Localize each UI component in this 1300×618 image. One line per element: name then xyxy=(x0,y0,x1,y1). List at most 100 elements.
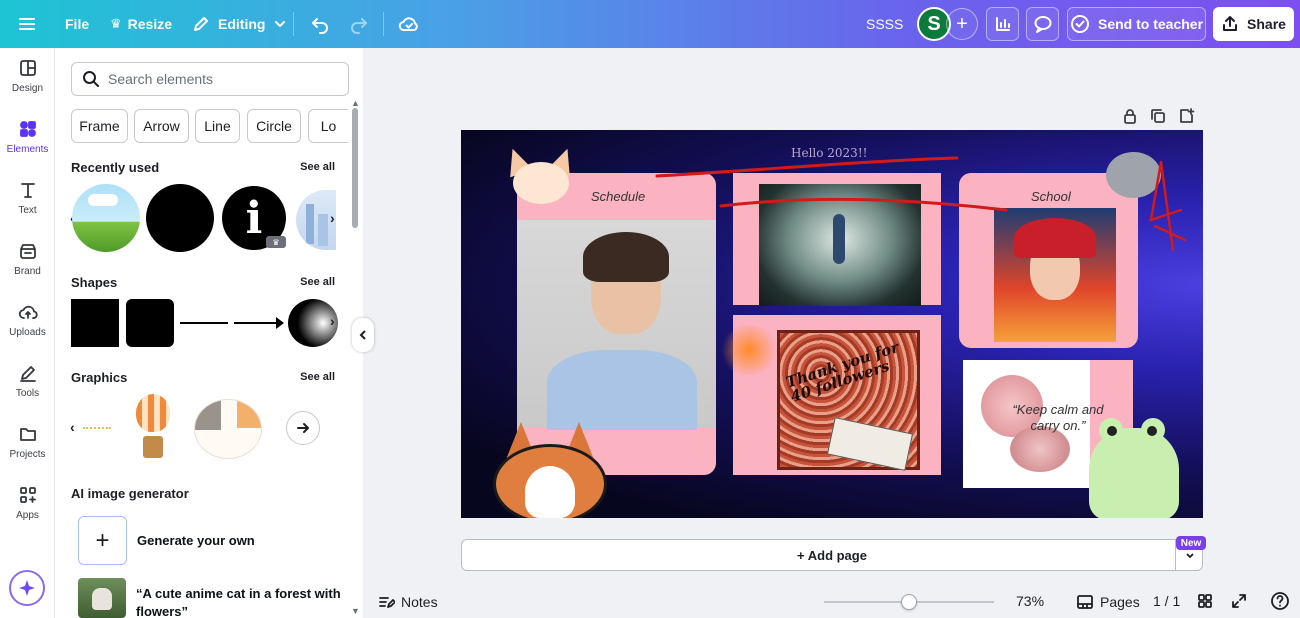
rail-item-brand[interactable]: Brand xyxy=(0,231,55,287)
rail-item-uploads[interactable]: Uploads xyxy=(0,292,55,348)
generate-label[interactable]: Generate your own xyxy=(137,533,255,548)
rail-item-text[interactable]: Text xyxy=(0,170,55,226)
help-button[interactable] xyxy=(1270,591,1290,611)
pages-button[interactable]: Pages xyxy=(1076,593,1140,611)
red-scribble-drawing[interactable] xyxy=(461,130,1203,518)
cat-patch xyxy=(195,400,221,430)
apps-grid-icon xyxy=(19,487,36,503)
line-shape[interactable] xyxy=(180,322,228,324)
chip-arrow[interactable]: Arrow xyxy=(134,109,189,143)
brand-icon xyxy=(19,244,36,259)
folder-icon xyxy=(19,428,36,441)
notes-button[interactable]: Notes xyxy=(377,593,438,611)
rail-item-apps[interactable]: Apps xyxy=(0,475,55,531)
add-page-icon[interactable] xyxy=(1177,107,1195,125)
hot-air-balloon-graphic[interactable] xyxy=(136,394,170,432)
ai-prompt-example[interactable]: “A cute anime cat in a forest with flowe… xyxy=(136,585,346,618)
graphics-next-button[interactable] xyxy=(286,411,320,445)
rail-item-tools[interactable]: Tools xyxy=(0,353,55,409)
bar-chart-icon xyxy=(995,17,1010,31)
rail-item-design[interactable]: Design xyxy=(0,48,55,104)
help-icon xyxy=(1271,592,1289,610)
see-all-shapes[interactable]: See all xyxy=(300,276,335,288)
menu-icon[interactable] xyxy=(17,0,37,48)
plus-icon: + xyxy=(956,12,968,35)
comment-icon xyxy=(1034,16,1051,33)
new-badge: New xyxy=(1176,536,1206,550)
shapes-icon xyxy=(19,121,36,137)
cloud-check-icon xyxy=(398,17,418,31)
recently-used-title: Recently used xyxy=(71,160,160,175)
graphics-title: Graphics xyxy=(71,370,128,385)
search-input[interactable]: Search elements xyxy=(71,62,349,96)
ai-example-thumbnail[interactable] xyxy=(78,578,126,618)
undo-button[interactable] xyxy=(310,0,330,48)
comments-button[interactable] xyxy=(1026,7,1059,41)
crown-icon: ♛ xyxy=(266,236,286,248)
scroll-right-icon[interactable]: › xyxy=(330,313,335,329)
fullscreen-button[interactable] xyxy=(1230,592,1248,610)
file-menu[interactable]: File xyxy=(65,0,89,48)
zoom-value[interactable]: 73% xyxy=(1016,593,1044,609)
resize-label: Resize xyxy=(127,16,173,32)
zoom-slider-thumb[interactable] xyxy=(901,594,917,610)
magic-ai-button[interactable] xyxy=(9,570,45,606)
design-canvas[interactable]: Hello 2023!! Schedule School Thank you f… xyxy=(461,130,1203,518)
collapse-panel-button[interactable] xyxy=(352,318,374,352)
app-root: File ♛ Resize Editing SSSS S + Send to t… xyxy=(0,0,1300,618)
lock-icon[interactable] xyxy=(1121,107,1139,125)
redo-button[interactable] xyxy=(349,0,369,48)
chip-circle[interactable]: Circle xyxy=(247,109,301,143)
chevron-down-icon xyxy=(1185,553,1194,559)
arrow-line-shape[interactable] xyxy=(234,322,280,324)
rail-item-elements[interactable]: Elements xyxy=(0,109,55,165)
scroll-down-arrow[interactable]: ▼ xyxy=(351,606,360,616)
editing-dropdown[interactable]: Editing xyxy=(192,0,287,48)
scroll-right-icon[interactable]: › xyxy=(330,210,335,226)
scroll-up-arrow[interactable]: ▲ xyxy=(351,98,360,108)
check-circle-icon xyxy=(1070,15,1089,33)
editing-label: Editing xyxy=(218,16,266,32)
chip-line[interactable]: Line xyxy=(195,109,240,143)
pencil-icon xyxy=(19,366,36,382)
send-label: Send to teacher xyxy=(1097,16,1204,32)
page-counter[interactable]: 1 / 1 xyxy=(1153,593,1180,609)
shapes-title: Shapes xyxy=(71,275,118,290)
rail-label: Brand xyxy=(14,266,41,277)
notes-label: Notes xyxy=(401,594,438,610)
plus-icon: + xyxy=(95,526,110,554)
balloon-basket xyxy=(143,436,163,458)
insights-button[interactable] xyxy=(986,7,1019,41)
recent-landscape-circle[interactable] xyxy=(72,184,140,252)
add-collaborator-button[interactable]: + xyxy=(946,8,978,40)
panel-scrollbar[interactable] xyxy=(352,108,358,228)
arrow-right-icon xyxy=(297,423,309,433)
recent-black-circle[interactable] xyxy=(146,184,214,252)
rail-item-projects[interactable]: Projects xyxy=(0,414,55,470)
add-page-button[interactable]: + Add page xyxy=(461,539,1203,571)
divider xyxy=(383,12,384,36)
see-all-recent[interactable]: See all xyxy=(300,161,335,173)
see-all-graphics[interactable]: See all xyxy=(300,371,335,383)
chip-lo[interactable]: Lo xyxy=(308,109,348,143)
left-rail: Design Elements Text Brand Uploads Tools… xyxy=(0,48,55,618)
notes-icon xyxy=(379,597,395,608)
share-button[interactable]: Share xyxy=(1213,7,1294,41)
rounded-square-shape[interactable] xyxy=(126,299,174,347)
send-to-teacher-button[interactable]: Send to teacher xyxy=(1067,7,1206,41)
cloud-save-status[interactable] xyxy=(398,0,420,48)
generate-your-own-button[interactable]: + xyxy=(78,516,127,565)
rail-label: Apps xyxy=(16,510,39,521)
chevron-left-icon xyxy=(359,330,366,340)
chip-frame[interactable]: Frame xyxy=(71,109,128,143)
resize-button[interactable]: ♛ Resize xyxy=(110,0,172,48)
grid-view-button[interactable] xyxy=(1196,592,1214,610)
dotted-line-graphic[interactable] xyxy=(83,427,111,429)
calico-cat-graphic[interactable] xyxy=(194,399,262,459)
square-shape[interactable] xyxy=(71,299,119,347)
sparkle-icon xyxy=(19,580,35,596)
duplicate-icon[interactable] xyxy=(1149,107,1167,125)
scroll-left-icon[interactable]: ‹ xyxy=(70,419,75,435)
document-title[interactable]: SSSS xyxy=(866,0,903,48)
rail-label: Design xyxy=(11,83,44,94)
